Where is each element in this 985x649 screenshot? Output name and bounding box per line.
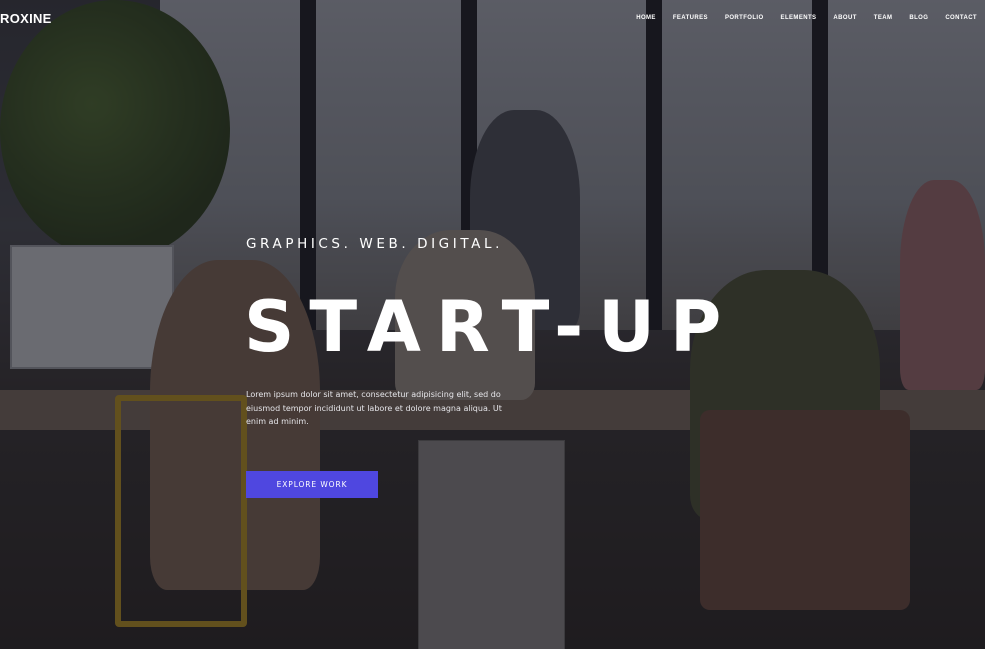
main-nav: HOME FEATURES PORTFOLIO ELEMENTS ABOUT T… bbox=[619, 15, 977, 21]
nav-elements[interactable]: ELEMENTS bbox=[781, 15, 817, 21]
site-logo[interactable]: ROXINE bbox=[0, 11, 52, 26]
hero-headline: START-UP bbox=[244, 286, 737, 368]
nav-blog[interactable]: BLOG bbox=[909, 15, 928, 21]
hero-tagline: GRAPHICS. WEB. DIGITAL. bbox=[246, 236, 503, 252]
nav-portfolio[interactable]: PORTFOLIO bbox=[725, 15, 764, 21]
nav-contact[interactable]: CONTACT bbox=[945, 15, 977, 21]
nav-team[interactable]: TEAM bbox=[874, 15, 893, 21]
explore-work-button[interactable]: EXPLORE WORK bbox=[246, 471, 378, 498]
nav-features[interactable]: FEATURES bbox=[673, 15, 708, 21]
nav-home[interactable]: HOME bbox=[636, 15, 656, 21]
nav-about[interactable]: ABOUT bbox=[833, 15, 856, 21]
hero-lead-text: Lorem ipsum dolor sit amet, consectetur … bbox=[246, 390, 502, 427]
